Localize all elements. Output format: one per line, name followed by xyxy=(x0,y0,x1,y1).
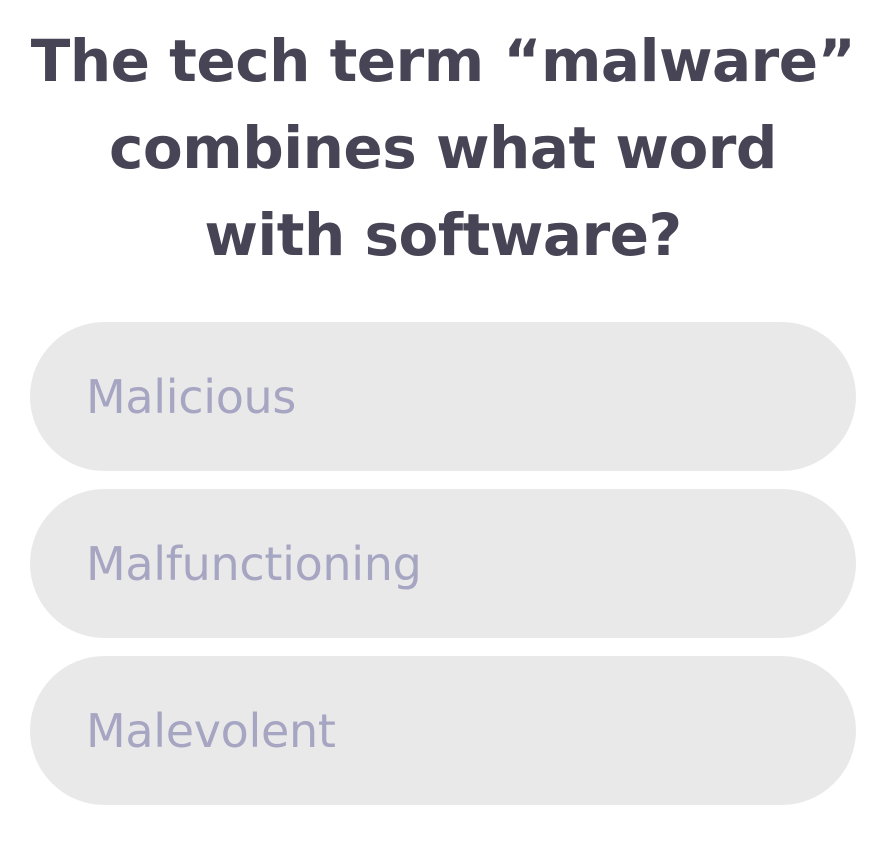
question-line-2: combines what word xyxy=(109,114,777,182)
question-line-1: The tech term “malware” xyxy=(30,27,856,95)
answer-option-malevolent[interactable]: Malevolent xyxy=(30,656,856,805)
answer-label: Malevolent xyxy=(86,703,336,758)
answer-label: Malfunctioning xyxy=(86,536,422,591)
answer-label: Malicious xyxy=(86,369,297,424)
answer-option-malfunctioning[interactable]: Malfunctioning xyxy=(30,489,856,638)
quiz-card: The tech term “malware” combines what wo… xyxy=(0,0,886,848)
question-text: The tech term “malware” combines what wo… xyxy=(30,18,856,279)
answer-options: Malicious Malfunctioning Malevolent xyxy=(30,322,856,823)
question-line-3: with software? xyxy=(204,201,682,269)
answer-option-malicious[interactable]: Malicious xyxy=(30,322,856,471)
